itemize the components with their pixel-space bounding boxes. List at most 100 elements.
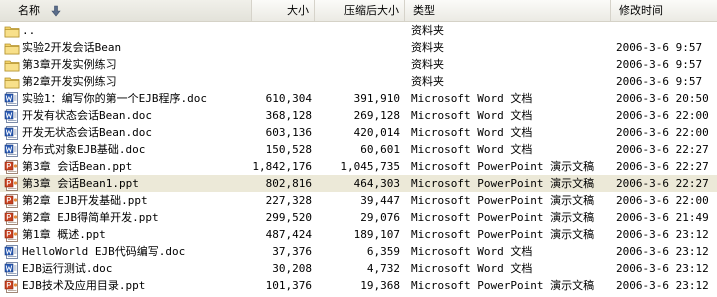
file-row[interactable]: 第3章 会话Bean1.ppt 802,816 464,303 Microsoft P… bbox=[0, 175, 717, 192]
word-icon bbox=[4, 244, 20, 260]
modified-time: 2006-3-6 22:00 bbox=[616, 109, 709, 122]
compressed-size: 4,732 bbox=[366, 262, 400, 275]
file-size: 37,376 bbox=[272, 245, 312, 258]
column-header-name[interactable]: 名称 bbox=[0, 0, 252, 21]
file-type: Microsoft Word 文档 bbox=[411, 126, 533, 139]
compressed-size bbox=[316, 73, 400, 90]
modified-time: 2006-3-6 23:12 bbox=[616, 245, 709, 258]
file-name: 开发无状态会话Bean.doc bbox=[22, 126, 152, 139]
file-name: 第1章 概述.ppt bbox=[22, 228, 106, 241]
file-rows: .. 资料夹 实验2开发会话Bean 资料夹 2006-3-6 9:57 第3章开发实例练… bbox=[0, 22, 717, 294]
compressed-size bbox=[316, 56, 400, 73]
file-row[interactable]: 分布式对象EJB基础.doc 150,528 60,601 Microsoft Wor… bbox=[0, 141, 717, 158]
column-header-modified-label: 修改时间 bbox=[619, 4, 663, 17]
column-header-compressed-size[interactable]: 压缩后大小 bbox=[315, 0, 405, 21]
column-header: 名称 大小 压缩后大小 类型 修改时间 bbox=[0, 0, 717, 22]
word-icon bbox=[4, 91, 20, 107]
file-name: 实验1：编写你的第一个EJB程序.doc bbox=[22, 92, 207, 105]
file-row[interactable]: .. 资料夹 bbox=[0, 22, 717, 39]
file-list: 名称 大小 压缩后大小 类型 修改时间 .. 资料夹 实验2开发会话Bean 资料夹 2… bbox=[0, 0, 717, 297]
file-type: Microsoft PowerPoint 演示文稿 bbox=[411, 211, 595, 224]
file-size bbox=[252, 22, 312, 39]
file-type: 资料夹 bbox=[411, 24, 444, 37]
sort-descending-icon bbox=[51, 5, 61, 17]
file-row[interactable]: EJB运行测试.doc 30,208 4,732 Microsoft Word 文档 2… bbox=[0, 260, 717, 277]
word-icon bbox=[4, 125, 20, 141]
file-row[interactable]: 第2章 EJB开发基础.ppt 227,328 39,447 Microsoft Po… bbox=[0, 192, 717, 209]
word-icon bbox=[4, 261, 20, 277]
modified-time: 2006-3-6 9:57 bbox=[616, 75, 703, 88]
file-type: 资料夹 bbox=[411, 58, 444, 71]
file-name: 第2章 EJB得简单开发.ppt bbox=[22, 211, 159, 224]
compressed-size: 391,910 bbox=[353, 92, 400, 105]
file-name: 第3章 会话Bean1.ppt bbox=[22, 177, 139, 190]
modified-time: 2006-3-6 22:00 bbox=[616, 126, 709, 139]
file-row[interactable]: HelloWorld EJB代码编写.doc 37,376 6,359 Microso… bbox=[0, 243, 717, 260]
file-type: Microsoft PowerPoint 演示文稿 bbox=[411, 194, 595, 207]
file-size: 802,816 bbox=[265, 177, 312, 190]
powerpoint-icon bbox=[4, 193, 20, 209]
compressed-size: 1,045,735 bbox=[340, 160, 400, 173]
modified-time: 2006-3-6 23:12 bbox=[616, 228, 709, 241]
file-type: Microsoft PowerPoint 演示文稿 bbox=[411, 228, 595, 241]
file-type: Microsoft PowerPoint 演示文稿 bbox=[411, 160, 595, 173]
file-name: 第3章开发实例练习 bbox=[22, 58, 117, 71]
folder-up-icon bbox=[4, 23, 20, 39]
file-type: Microsoft Word 文档 bbox=[411, 245, 533, 258]
file-size bbox=[252, 39, 312, 56]
column-header-name-label: 名称 bbox=[18, 4, 40, 17]
powerpoint-icon bbox=[4, 278, 20, 294]
file-size bbox=[252, 73, 312, 90]
file-size: 150,528 bbox=[265, 143, 312, 156]
powerpoint-icon bbox=[4, 227, 20, 243]
compressed-size: 29,076 bbox=[360, 211, 400, 224]
compressed-size: 39,447 bbox=[360, 194, 400, 207]
compressed-size: 464,303 bbox=[353, 177, 400, 190]
file-name: EJB运行测试.doc bbox=[22, 262, 113, 275]
column-header-compressed-label: 压缩后大小 bbox=[344, 4, 399, 17]
powerpoint-icon bbox=[4, 159, 20, 175]
file-row[interactable]: EJB技术及应用目录.ppt 101,376 19,368 Microsoft Pow… bbox=[0, 277, 717, 294]
file-type: Microsoft PowerPoint 演示文稿 bbox=[411, 177, 595, 190]
file-row[interactable]: 实验2开发会话Bean 资料夹 2006-3-6 9:57 bbox=[0, 39, 717, 56]
file-name: 分布式对象EJB基础.doc bbox=[22, 143, 146, 156]
file-row[interactable]: 第2章 EJB得简单开发.ppt 299,520 29,076 Microsoft P… bbox=[0, 209, 717, 226]
file-row[interactable]: 第3章 会话Bean.ppt 1,842,176 1,045,735 Microsof… bbox=[0, 158, 717, 175]
modified-time: 2006-3-6 20:50 bbox=[616, 92, 709, 105]
compressed-size: 269,128 bbox=[353, 109, 400, 122]
column-header-size-label: 大小 bbox=[287, 4, 309, 17]
file-row[interactable]: 实验1：编写你的第一个EJB程序.doc 610,304 391,910 Micros… bbox=[0, 90, 717, 107]
folder-icon bbox=[4, 57, 20, 73]
powerpoint-icon bbox=[4, 210, 20, 226]
file-type: 资料夹 bbox=[411, 41, 444, 54]
column-header-size[interactable]: 大小 bbox=[252, 0, 315, 21]
column-header-type[interactable]: 类型 bbox=[405, 0, 611, 21]
compressed-size bbox=[316, 22, 400, 39]
file-size: 603,136 bbox=[265, 126, 312, 139]
file-size: 487,424 bbox=[265, 228, 312, 241]
file-row[interactable]: 开发有状态会话Bean.doc 368,128 269,128 Microsoft W… bbox=[0, 107, 717, 124]
file-type: Microsoft Word 文档 bbox=[411, 262, 533, 275]
modified-time: 2006-3-6 22:27 bbox=[616, 160, 709, 173]
modified-time: 2006-3-6 23:12 bbox=[616, 279, 709, 292]
file-row[interactable]: 第3章开发实例练习 资料夹 2006-3-6 9:57 bbox=[0, 56, 717, 73]
file-type: Microsoft Word 文档 bbox=[411, 143, 533, 156]
file-size: 610,304 bbox=[265, 92, 312, 105]
column-header-modified[interactable]: 修改时间 bbox=[611, 0, 717, 21]
file-row[interactable]: 第1章 概述.ppt 487,424 189,107 Microsoft PowerP… bbox=[0, 226, 717, 243]
file-row[interactable]: 第2章开发实例练习 资料夹 2006-3-6 9:57 bbox=[0, 73, 717, 90]
modified-time: 2006-3-6 22:27 bbox=[616, 177, 709, 190]
file-name: 开发有状态会话Bean.doc bbox=[22, 109, 152, 122]
compressed-size: 420,014 bbox=[353, 126, 400, 139]
file-size bbox=[252, 56, 312, 73]
modified-time: 2006-3-6 21:49 bbox=[616, 211, 709, 224]
file-name: 第2章 EJB开发基础.ppt bbox=[22, 194, 148, 207]
file-row[interactable]: 开发无状态会话Bean.doc 603,136 420,014 Microsoft W… bbox=[0, 124, 717, 141]
modified-time bbox=[616, 22, 716, 39]
modified-time: 2006-3-6 22:27 bbox=[616, 143, 709, 156]
modified-time: 2006-3-6 23:12 bbox=[616, 262, 709, 275]
file-name: EJB技术及应用目录.ppt bbox=[22, 279, 146, 292]
compressed-size: 6,359 bbox=[366, 245, 400, 258]
compressed-size: 60,601 bbox=[360, 143, 400, 156]
folder-icon bbox=[4, 74, 20, 90]
